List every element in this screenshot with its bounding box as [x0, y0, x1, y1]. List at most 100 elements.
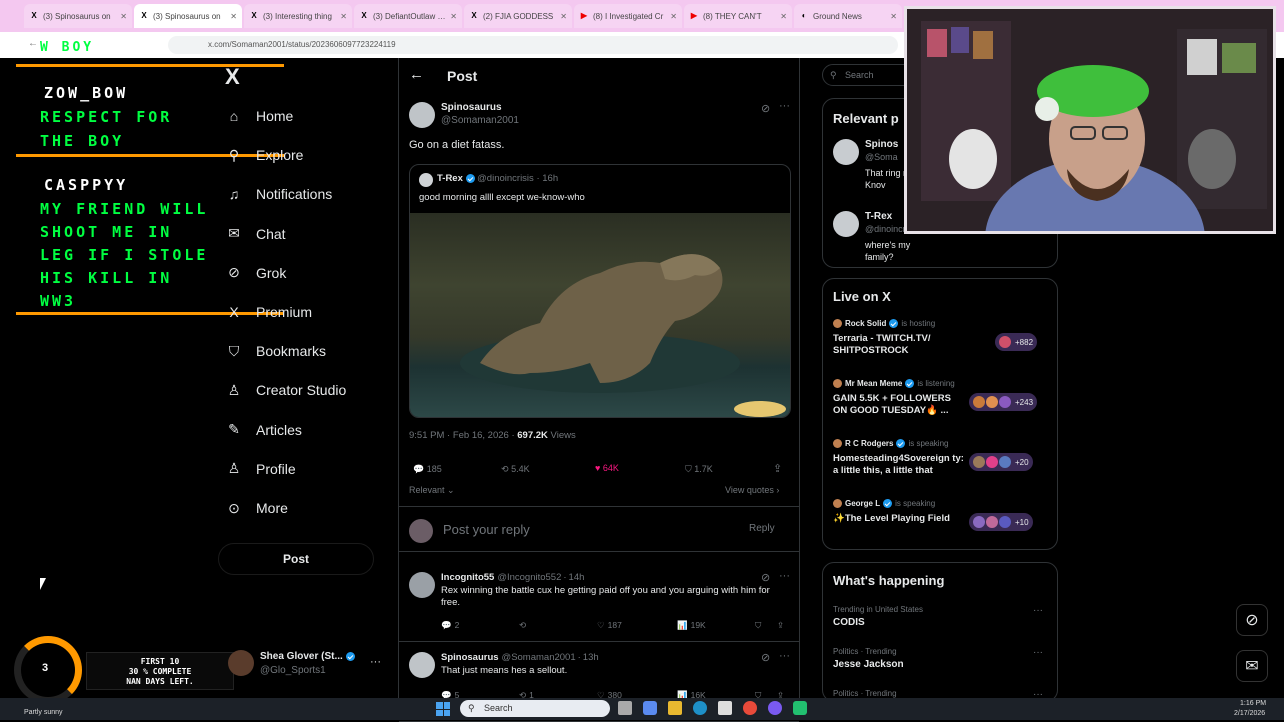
live-title-text[interactable]: Homesteading4Sovereign ty: a little this…	[833, 453, 965, 477]
taskview-icon[interactable]	[618, 701, 632, 715]
discord-icon[interactable]	[768, 701, 782, 715]
edge-icon[interactable]	[693, 701, 707, 715]
browser-tab[interactable]: X (3) DefiantOutlaw on ✕	[354, 4, 462, 28]
browser-tab[interactable]: X (2) FJIA GODDESS ✕	[464, 4, 572, 28]
repost-action[interactable]: ⟲	[519, 620, 526, 631]
sidebar-item-premium[interactable]: X Premium	[226, 301, 312, 323]
reply-avatar[interactable]	[409, 652, 435, 678]
sidebar-post-button[interactable]: Post	[218, 543, 374, 575]
post-author-name[interactable]: Spinosaurus	[441, 102, 502, 113]
close-icon[interactable]: ✕	[450, 12, 457, 21]
post-author-avatar[interactable]	[409, 102, 435, 128]
sidebar-item-more[interactable]: ⊙ More	[226, 497, 288, 519]
copilot-icon[interactable]	[643, 701, 657, 715]
sidebar-item-bookmarks[interactable]: ⛉ Bookmarks	[226, 340, 326, 362]
reply-author[interactable]: Spinosaurus	[441, 652, 499, 663]
like-action[interactable]: ♥ 64K	[595, 463, 619, 473]
grok-icon[interactable]: ⊘	[761, 651, 770, 664]
browser-tab[interactable]: X (3) Spinosaurus on ✕	[134, 4, 242, 28]
close-icon[interactable]: ✕	[780, 12, 787, 21]
trend-more-icon[interactable]: ···	[1033, 605, 1043, 616]
back-icon[interactable]: ←	[28, 38, 38, 49]
reply-action[interactable]: 💬 185	[413, 464, 442, 475]
sidebar-item-label: Notifications	[256, 186, 333, 203]
live-host[interactable]: Rock Solid is hosting	[833, 319, 935, 329]
trend-name[interactable]: Jesse Jackson	[833, 659, 904, 670]
sidebar-item-creator-studio[interactable]: ♙ Creator Studio	[226, 379, 347, 401]
sidebar-item-notifications[interactable]: ♫ Notifications	[226, 183, 333, 205]
live-title-text[interactable]: Terraria - TWITCH.TV/ SHITPOSTROCK	[833, 333, 965, 357]
close-icon[interactable]: ✕	[230, 12, 237, 21]
app-icon[interactable]	[793, 701, 807, 715]
relevant-name[interactable]: Spinos	[865, 139, 898, 150]
close-icon[interactable]: ✕	[340, 12, 347, 21]
live-title-text[interactable]: ✨The Level Playing Field	[833, 513, 965, 525]
bookmark-action[interactable]: ⛉ 1.7K	[685, 464, 713, 475]
bookmark-icon[interactable]: ⛉	[755, 620, 761, 631]
close-icon[interactable]: ✕	[120, 12, 127, 21]
browser-tab[interactable]: ▶ (8) I Investigated Cr ✕	[574, 4, 682, 28]
live-title-text[interactable]: GAIN 5.5K + FOLLOWERS ON GOOD TUESDAY🔥 .…	[833, 393, 965, 417]
live-listeners[interactable]: +882	[995, 333, 1038, 351]
share-icon[interactable]: ⇪	[777, 620, 784, 631]
grok-fab-icon[interactable]: ⊘	[1236, 604, 1268, 636]
back-arrow-icon[interactable]: ←	[409, 66, 424, 83]
reply-author[interactable]: Incognito55	[441, 572, 494, 583]
browser-tab[interactable]: X (3) Spinosaurus on ✕	[24, 4, 132, 28]
like-action[interactable]: ♡ 187	[597, 620, 622, 631]
grok-icon[interactable]: ⊘	[761, 571, 770, 584]
windows-start-icon[interactable]	[436, 702, 450, 716]
relevant-avatar[interactable]	[833, 139, 859, 165]
reply-action[interactable]: 💬 2	[441, 620, 459, 631]
reply-avatar[interactable]	[409, 572, 435, 598]
views-action[interactable]: 📊 19K	[677, 620, 706, 631]
store-icon[interactable]	[718, 701, 732, 715]
view-quotes-link[interactable]: View quotes ›	[725, 485, 779, 495]
close-icon[interactable]: ✕	[670, 12, 677, 21]
live-listeners[interactable]: +243	[969, 393, 1038, 411]
sort-dropdown[interactable]: Relevant ⌄	[409, 485, 455, 496]
browser-tab[interactable]: X (3) Interesting thing ✕	[244, 4, 352, 28]
trend-context: Trending in United States	[833, 605, 923, 614]
close-icon[interactable]: ✕	[890, 12, 897, 21]
live-host[interactable]: George L is speaking	[833, 499, 935, 509]
reply-button[interactable]: Reply	[749, 523, 775, 534]
sidebar-item-chat[interactable]: ✉ Chat	[226, 223, 285, 245]
messages-fab-icon[interactable]: ✉	[1236, 650, 1268, 682]
post-more-icon[interactable]: ···	[779, 100, 790, 112]
folder-icon[interactable]	[668, 701, 682, 715]
account-avatar[interactable]	[228, 650, 254, 676]
browser-tab[interactable]: ▶ (8) THEY CAN'T ✕	[684, 4, 792, 28]
chrome-icon[interactable]	[743, 701, 757, 715]
sidebar-item-grok[interactable]: ⊘ Grok	[226, 262, 286, 284]
reply-more-icon[interactable]: ···	[779, 570, 790, 582]
share-icon[interactable]: ⇪	[773, 462, 782, 475]
close-icon[interactable]: ✕	[560, 12, 567, 21]
browser-tab[interactable]: ◐ Ground News ✕	[794, 4, 902, 28]
taskbar-search[interactable]: ⚲ Search	[460, 700, 610, 717]
x-logo-icon[interactable]: X	[225, 64, 240, 90]
live-host[interactable]: Mr Mean Meme is listening	[833, 379, 955, 389]
grok-icon[interactable]: ⊘	[761, 102, 770, 115]
live-listeners[interactable]: +10	[969, 513, 1033, 531]
account-more-icon[interactable]: ···	[370, 656, 381, 668]
sidebar-item-articles[interactable]: ✎ Articles	[226, 419, 302, 441]
live-host[interactable]: R C Rodgers is speaking	[833, 439, 948, 449]
url-field[interactable]: x.com/Somaman2001/status/202360609772322…	[168, 36, 898, 54]
reply-row[interactable]: Incognito55 @Incognito552 · 14h ⊘ ··· Rex winn…	[399, 564, 799, 642]
post-author-handle[interactable]: @Somaman2001	[441, 115, 519, 126]
account-name[interactable]: Shea Glover (St...	[260, 651, 355, 662]
trend-name[interactable]: CODIS	[833, 617, 865, 628]
reply-input[interactable]: Post your reply	[443, 522, 530, 537]
trend-more-icon[interactable]: ···	[1033, 647, 1043, 658]
live-listeners[interactable]: +20	[969, 453, 1033, 471]
reply-more-icon[interactable]: ···	[779, 650, 790, 662]
quoted-post[interactable]: T-Rex @dinoincrisis · 16h good morning a…	[409, 164, 791, 418]
relevant-avatar[interactable]	[833, 211, 859, 237]
sidebar-item-explore[interactable]: ⚲ Explore	[226, 144, 304, 166]
trex-image[interactable]	[410, 213, 790, 417]
repost-action[interactable]: ⟲ 5.4K	[501, 464, 530, 475]
sidebar-item-profile[interactable]: ♙ Profile	[226, 458, 296, 480]
relevant-name[interactable]: T-Rex	[865, 211, 892, 222]
sidebar-item-home[interactable]: ⌂ Home	[226, 105, 294, 127]
